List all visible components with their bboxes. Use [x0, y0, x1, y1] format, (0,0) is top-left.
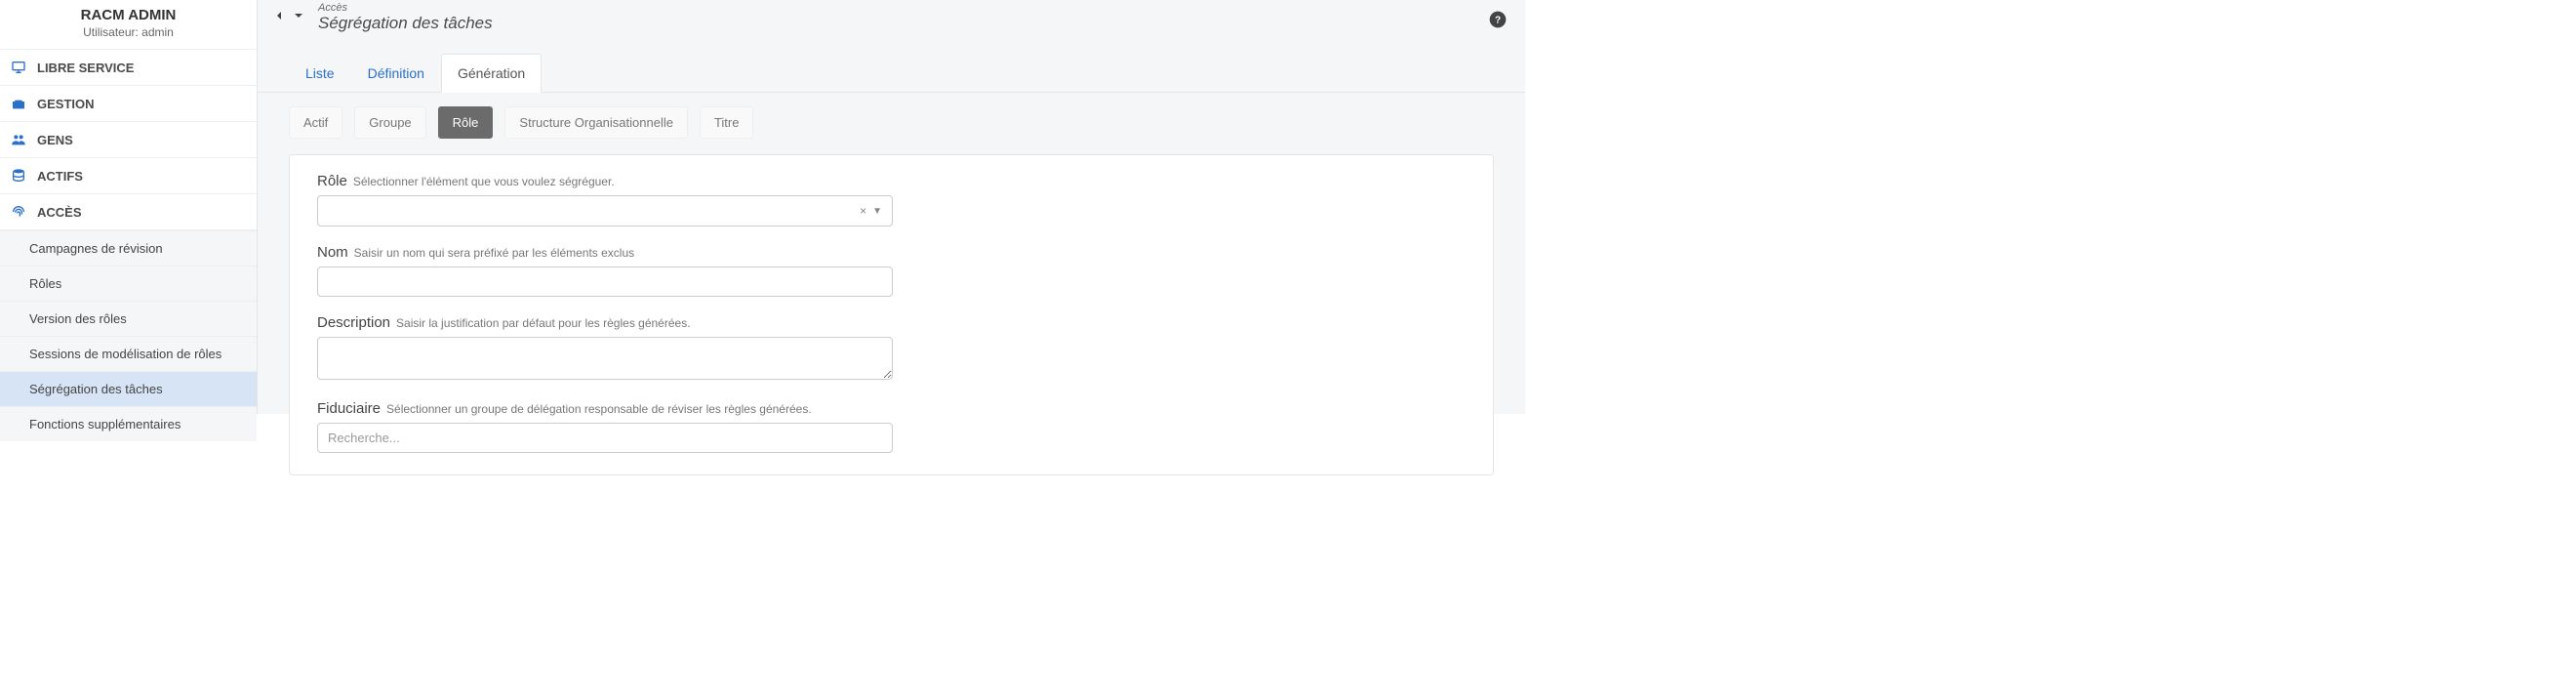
- pill-titre[interactable]: Titre: [700, 106, 754, 139]
- field-role-hint: Sélectionner l'élément que vous voulez s…: [353, 175, 615, 188]
- breadcrumb: Accès Ségrégation des tâches: [318, 2, 493, 33]
- sidebar: RACM ADMIN Utilisateur: admin LIBRE SERV…: [0, 0, 258, 414]
- dropdown-icon[interactable]: [291, 8, 306, 26]
- tab-generation[interactable]: Génération: [441, 54, 542, 93]
- nav-item-label: LIBRE SERVICE: [37, 61, 134, 75]
- nav-item-actifs[interactable]: ACTIFS: [0, 157, 257, 193]
- field-fiduciaire-label: Fiduciaire: [317, 400, 381, 417]
- nav-item-gestion[interactable]: GESTION: [0, 85, 257, 121]
- monitor-icon: [10, 60, 27, 75]
- field-fiduciaire: Fiduciaire Sélectionner un groupe de dél…: [317, 400, 893, 453]
- field-nom: Nom Saisir un nom qui sera préfixé par l…: [317, 244, 893, 297]
- field-role-label: Rôle: [317, 173, 347, 189]
- subnav-item-fonctions-supplementaires[interactable]: Fonctions supplémentaires: [0, 406, 257, 441]
- subnav-item-campagnes-revision[interactable]: Campagnes de révision: [0, 230, 257, 266]
- nom-input[interactable]: [317, 267, 893, 297]
- toolbox-icon: [10, 96, 27, 111]
- svg-text:?: ?: [1495, 15, 1501, 25]
- field-nom-hint: Saisir un nom qui sera préfixé par les é…: [354, 246, 634, 260]
- field-description-hint: Saisir la justification par défaut pour …: [396, 316, 691, 330]
- pill-structure-org[interactable]: Structure Organisationnelle: [504, 106, 688, 139]
- field-fiduciaire-hint: Sélectionner un groupe de délégation res…: [386, 402, 812, 416]
- app-title: RACM ADMIN: [10, 7, 247, 23]
- nav-item-label: ACTIFS: [37, 169, 83, 184]
- pill-groupe[interactable]: Groupe: [354, 106, 425, 139]
- nav-item-label: GENS: [37, 133, 73, 147]
- tabs: Liste Définition Génération: [258, 39, 1525, 93]
- fingerprint-icon: [10, 204, 27, 220]
- database-icon: [10, 168, 27, 184]
- pill-role[interactable]: Rôle: [438, 106, 494, 139]
- nav-item-gens[interactable]: GENS: [0, 121, 257, 157]
- subnav-item-segregation-taches[interactable]: Ségrégation des tâches: [0, 371, 257, 406]
- tab-liste[interactable]: Liste: [289, 54, 351, 93]
- pill-actif[interactable]: Actif: [289, 106, 342, 139]
- topbar: Accès Ségrégation des tâches: [258, 0, 1525, 39]
- page-title: Ségrégation des tâches: [318, 14, 493, 33]
- subnav-item-sessions-modelisation[interactable]: Sessions de modélisation de rôles: [0, 336, 257, 371]
- generation-subtabs: Actif Groupe Rôle Structure Organisation…: [258, 93, 1525, 139]
- role-select[interactable]: × ▼: [317, 195, 893, 226]
- field-description: Description Saisir la justification par …: [317, 314, 893, 383]
- people-icon: [10, 132, 27, 147]
- field-role: Rôle Sélectionner l'élément que vous vou…: [317, 173, 893, 226]
- description-textarea[interactable]: [317, 337, 893, 380]
- help-icon[interactable]: ?: [1488, 10, 1508, 29]
- field-description-label: Description: [317, 314, 390, 331]
- field-nom-label: Nom: [317, 244, 348, 261]
- generation-form-panel: Rôle Sélectionner l'élément que vous vou…: [289, 154, 1494, 475]
- subnav-item-version-roles[interactable]: Version des rôles: [0, 301, 257, 336]
- fiduciaire-search-input[interactable]: [317, 423, 893, 453]
- subnav-item-roles[interactable]: Rôles: [0, 266, 257, 301]
- history-nav: [271, 8, 306, 26]
- nav-item-label: GESTION: [37, 97, 95, 111]
- breadcrumb-parent: Accès: [318, 2, 493, 14]
- current-user-label: Utilisateur: admin: [10, 25, 247, 39]
- nav-item-label: ACCÈS: [37, 205, 82, 220]
- nav-item-acces[interactable]: ACCÈS: [0, 193, 257, 230]
- main-area: Accès Ségrégation des tâches ? Liste Déf…: [258, 0, 1525, 414]
- subnav-acces: Campagnes de révision Rôles Version des …: [0, 230, 257, 441]
- clear-icon[interactable]: ×: [860, 204, 866, 218]
- back-icon[interactable]: [271, 8, 287, 26]
- sidebar-header: RACM ADMIN Utilisateur: admin: [0, 0, 257, 49]
- nav-item-libre-service[interactable]: LIBRE SERVICE: [0, 49, 257, 85]
- tab-definition[interactable]: Définition: [351, 54, 441, 93]
- chevron-down-icon[interactable]: ▼: [872, 206, 882, 217]
